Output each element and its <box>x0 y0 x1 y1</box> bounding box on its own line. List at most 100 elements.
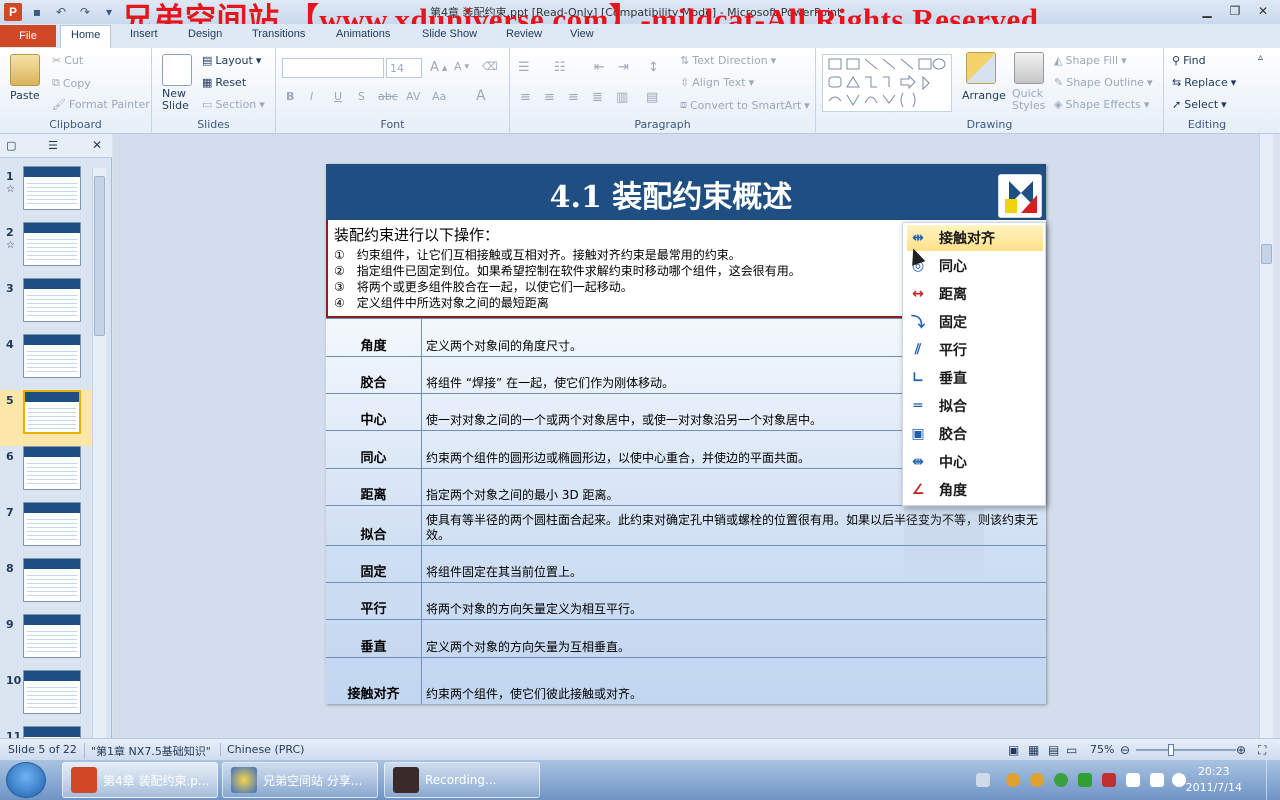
reset-button[interactable]: ▦ Reset <box>202 76 246 89</box>
security-icon[interactable] <box>1054 773 1068 787</box>
menu-item-distance[interactable]: ↔ 距离 <box>907 281 1043 307</box>
close-pane-icon[interactable]: ✕ <box>92 138 102 152</box>
undo-icon[interactable]: ↶ <box>52 3 70 21</box>
justify-icon[interactable]: ≣ <box>592 90 603 105</box>
new-slide-button[interactable]: New Slide <box>162 88 192 112</box>
thumbnail-slide-8[interactable]: 8 <box>0 558 92 614</box>
thumbnail-slide-5[interactable]: 5 <box>0 390 92 446</box>
thumbnail-slide-10[interactable]: 10 <box>0 670 92 726</box>
scroll-thumb[interactable] <box>94 176 105 336</box>
menu-item-angle[interactable]: ∠ 角度 <box>907 477 1043 503</box>
font-size-select[interactable]: 14 <box>386 58 422 78</box>
windows-start-icon[interactable] <box>6 762 46 798</box>
slide-sorter-icon[interactable]: ▦ <box>1028 743 1039 757</box>
align-text-button[interactable]: ⇳ Align Text ▾ <box>680 76 754 89</box>
clear-format-icon[interactable]: ⌫ <box>482 60 498 73</box>
paste-button[interactable]: Paste <box>10 89 40 102</box>
shape-fill-button[interactable]: ◭ Shape Fill ▾ <box>1054 54 1127 67</box>
shape-effects-button[interactable]: ◈ Shape Effects ▾ <box>1054 98 1149 111</box>
tab-slide-show[interactable]: Slide Show <box>422 28 477 40</box>
slides-tab-icon[interactable]: ▢ <box>6 139 16 152</box>
find-button[interactable]: ⚲ Find <box>1172 54 1206 67</box>
close-icon[interactable]: ✕ <box>1250 2 1276 20</box>
zoom-out-icon[interactable]: ⊖ <box>1120 743 1130 757</box>
decrease-indent-icon[interactable]: ⇤ <box>594 60 605 75</box>
volume-icon[interactable] <box>1172 773 1186 787</box>
font-family-select[interactable] <box>282 58 384 78</box>
cut-button[interactable]: ✂ Cut <box>52 54 83 67</box>
shrink-font-icon[interactable]: A ▾ <box>454 60 469 73</box>
taskbar-item-browser[interactable]: 兄弟空间站 分享... <box>222 762 378 798</box>
tab-review[interactable]: Review <box>506 28 542 40</box>
bullets-icon[interactable]: ☰ <box>518 60 530 75</box>
thumbnail-image[interactable] <box>23 334 81 378</box>
thumbnail-image[interactable] <box>23 502 81 546</box>
new-slide-icon[interactable] <box>162 54 192 86</box>
numbering-icon[interactable]: ☷ <box>554 60 566 75</box>
thumbnail-slide-1[interactable]: 1 ☆ <box>0 166 92 222</box>
action-center-icon[interactable] <box>1126 773 1140 787</box>
thumbnail-slide-9[interactable]: 9 <box>0 614 92 670</box>
align-center-icon[interactable]: ≡ <box>544 90 555 105</box>
strikethrough-icon[interactable]: abc <box>378 90 398 103</box>
align-right-icon[interactable]: ≡ <box>568 90 579 105</box>
convert-smartart-button[interactable]: ⧈ Convert to SmartArt ▾ <box>680 98 810 112</box>
layout-button[interactable]: ▤ Layout ▾ <box>202 54 261 67</box>
thumbnail-slide-2[interactable]: 2 ☆ <box>0 222 92 278</box>
select-button[interactable]: ➚ Select ▾ <box>1172 98 1227 111</box>
thumbnail-image[interactable] <box>23 278 81 322</box>
reading-view-icon[interactable]: ▤ <box>1048 743 1059 757</box>
align-left-icon[interactable]: ≡ <box>520 90 531 105</box>
network-warning-icon[interactable] <box>1102 773 1116 787</box>
zoom-in-icon[interactable]: ⊕ <box>1236 743 1246 757</box>
shapes-gallery[interactable] <box>822 54 952 112</box>
menu-item-fit[interactable]: ═ 拟合 <box>907 393 1043 419</box>
bold-icon[interactable]: B <box>286 90 294 103</box>
quick-styles-icon[interactable] <box>1014 52 1044 84</box>
show-desktop-button[interactable] <box>1266 760 1280 800</box>
shape-outline-button[interactable]: ✎ Shape Outline ▾ <box>1054 76 1153 89</box>
shadow-icon[interactable]: S <box>358 90 365 103</box>
columns-icon[interactable]: ▥ <box>616 90 628 105</box>
thumbnail-slide-3[interactable]: 3 <box>0 278 92 334</box>
thumbnail-image[interactable] <box>23 558 81 602</box>
tab-insert[interactable]: Insert <box>130 28 158 40</box>
tab-file[interactable]: File <box>0 25 56 47</box>
collapse-ribbon-icon[interactable]: ▵ <box>1258 52 1263 63</box>
antivirus-icon[interactable] <box>1078 773 1092 787</box>
tab-home[interactable]: Home <box>60 25 112 48</box>
replace-button[interactable]: ⇆ Replace ▾ <box>1172 76 1236 89</box>
qq-icon-2[interactable] <box>1030 773 1044 787</box>
underline-icon[interactable]: U <box>334 90 342 103</box>
redo-icon[interactable]: ↷ <box>76 3 94 21</box>
thumbnail-scrollbar[interactable] <box>92 168 106 738</box>
fit-to-window-icon[interactable]: ⛶ <box>1258 743 1266 758</box>
line-spacing-icon[interactable]: ↕ <box>648 60 659 75</box>
network-icon[interactable] <box>1150 773 1164 787</box>
thumbnail-image[interactable] <box>23 390 81 434</box>
menu-item-touch-align[interactable]: ⇹ 接触对齐 <box>907 225 1043 251</box>
thumbnail-image[interactable] <box>23 222 81 266</box>
outline-tab-icon[interactable]: ☰ <box>48 139 58 152</box>
font-color-icon[interactable]: A <box>476 88 486 104</box>
menu-item-bond[interactable]: ▣ 胶合 <box>907 421 1043 447</box>
system-clock[interactable]: 20:23 2011/7/14 <box>1186 764 1242 796</box>
maximize-icon[interactable]: ❐ <box>1222 2 1248 20</box>
thumbnail-image[interactable] <box>23 166 81 210</box>
char-spacing-icon[interactable]: AV <box>406 90 420 103</box>
canvas-scrollbar[interactable] <box>1259 134 1273 738</box>
save-icon[interactable]: ▪ <box>28 3 46 21</box>
arrange-button[interactable]: Arrange <box>962 89 1006 102</box>
zoom-slider-thumb[interactable] <box>1168 744 1174 756</box>
grow-font-icon[interactable]: A ▴ <box>430 60 447 75</box>
arrange-icon[interactable] <box>966 52 996 84</box>
thumbnail-slide-6[interactable]: 6 <box>0 446 92 502</box>
slideshow-view-icon[interactable]: ▭ <box>1066 743 1077 757</box>
thumbnail-image[interactable] <box>23 614 81 658</box>
menu-item-fix[interactable]: ⤵ 固定 <box>907 309 1043 335</box>
language-indicator[interactable]: Chinese (PRC) <box>220 743 304 756</box>
powerpoint-icon[interactable]: P <box>4 3 22 21</box>
tab-view[interactable]: View <box>570 28 594 40</box>
menu-item-perpendicular[interactable]: ∟ 垂直 <box>907 365 1043 391</box>
columns-dropdown-icon[interactable]: ▤ <box>646 90 658 105</box>
